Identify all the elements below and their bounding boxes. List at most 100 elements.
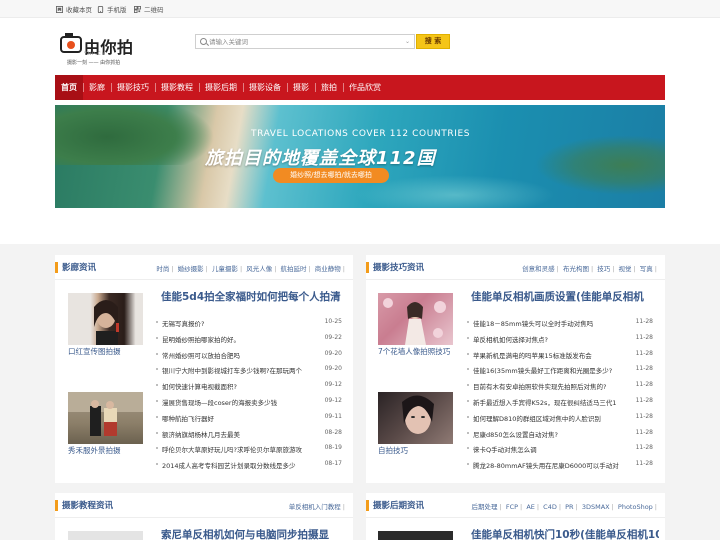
list-item[interactable]: 无锡写真报价? 10-25 xyxy=(156,315,342,331)
category-link[interactable]: 布光构图 xyxy=(561,265,591,273)
category-link[interactable]: 商业静物 xyxy=(313,265,343,273)
nav-item-equipment[interactable]: 摄影设备 xyxy=(243,75,287,100)
category-link[interactable]: 风光人像 xyxy=(244,265,274,273)
promo-banner[interactable]: TRAVEL LOCATIONS COVER 112 COUNTRIES 旅拍目… xyxy=(55,105,665,208)
category-link[interactable]: 技巧 xyxy=(595,265,612,273)
panel-tips-news: 摄影技巧资讯 创意和灵感 | 布光构图 | 技巧 | 视觉 | 写真 | 7个花墙人像拍照… xyxy=(366,255,665,483)
top-bar: 收藏本页 手机版 二维码 xyxy=(0,0,720,18)
list-item[interactable]: 单反相机如何选择对焦点? 11-28 xyxy=(467,331,653,347)
category-link[interactable]: FCP xyxy=(504,503,520,511)
panel-title: 摄影教程资讯 xyxy=(62,501,114,511)
category-link[interactable]: AE xyxy=(524,503,537,511)
category-link[interactable]: 视觉 xyxy=(617,265,634,273)
bookmark-icon xyxy=(56,5,63,13)
search-box: ⌄ xyxy=(195,34,415,49)
qrcode-label: 二维码 xyxy=(144,6,164,14)
nav-item-travel[interactable]: 旅拍 xyxy=(315,75,343,100)
list-item[interactable]: 银川宁大附中到影视城打车多少钱啊?在那玩两个 09-20 xyxy=(156,362,342,378)
mobile-label: 手机版 xyxy=(107,6,127,14)
category-link[interactable]: 创意和灵感 xyxy=(520,265,557,273)
news-list: 无锡写真报价? 10-25 昆明婚纱照拍哪家拍的好。 09-22 常州婚纱照可以放拍… xyxy=(156,315,342,473)
featured-headline[interactable]: 佳能单反相机快门10秒(佳能单反相机10秒 xyxy=(471,527,659,540)
qrcode-icon xyxy=(134,5,141,13)
nav-item-works[interactable]: 作品欣赏 xyxy=(343,75,387,100)
list-item[interactable]: 新手最近想入手宾得K52s，现在很纠结适马三代1 11-28 xyxy=(467,394,653,410)
nav-item-home[interactable]: 首页 xyxy=(55,75,83,100)
category-link[interactable]: 写真 xyxy=(638,265,655,273)
category-link[interactable]: 3DSMAX xyxy=(580,503,612,511)
search-icon xyxy=(200,38,207,45)
category-link[interactable]: 航拍延时 xyxy=(279,265,309,273)
camera-logo-icon xyxy=(60,33,82,53)
thumbnail-caption[interactable]: 秀禾服外景拍摄 xyxy=(68,445,121,456)
thumbnail-image[interactable] xyxy=(378,531,453,540)
panel-tutorial-news: 摄影教程资讯 单反相机入门教程 | 索尼单反相机如何与电脑同步拍摄显 xyxy=(55,493,353,540)
chevron-down-icon[interactable]: ⌄ xyxy=(405,38,410,45)
list-item[interactable]: 呼伦贝尔大草原好玩儿吗?求呼伦贝尔草原旅游攻 08-19 xyxy=(156,441,342,457)
banner-headline: 旅拍目的地覆盖全球112国 xyxy=(205,148,436,169)
list-item[interactable]: 如何理解D810的群组区域对焦中的人脸识别 11-28 xyxy=(467,410,653,426)
list-item[interactable]: 如何快速计算电视截面积? 09-12 xyxy=(156,378,342,394)
banner-pill-button[interactable]: 婚纱照/想去哪拍/就去哪拍 xyxy=(273,168,389,183)
category-link[interactable]: C4D xyxy=(541,503,559,511)
featured-headline[interactable]: 索尼单反相机如何与电脑同步拍摄显 xyxy=(161,527,349,540)
search-button[interactable]: 搜 索 xyxy=(416,34,450,49)
list-item[interactable]: 漫展货售现场—段coser的海报卖多少钱 09-12 xyxy=(156,394,342,410)
panel-category-links: 单反相机入门教程 | xyxy=(287,503,345,511)
list-item[interactable]: 腾龙28-80mmAF镜头用在尼康D6000可以手动对 11-28 xyxy=(467,457,653,473)
thumbnail-image[interactable] xyxy=(378,293,453,345)
category-link[interactable]: PR xyxy=(563,503,575,511)
nav-item-photography[interactable]: 摄影 xyxy=(287,75,315,100)
nav-item-gallery[interactable]: 影廊 xyxy=(83,75,111,100)
category-link[interactable]: 儿童摄影 xyxy=(210,265,240,273)
list-item[interactable]: 佳能16(35mm镜头最好工作距离和光圈是多少? 11-28 xyxy=(467,362,653,378)
panel-title: 摄影技巧资讯 xyxy=(373,263,425,273)
panel-header: 摄影教程资讯 单反相机入门教程 | xyxy=(55,493,353,518)
panel-header: 影廊资讯 时尚 | 婚纱摄影 | 儿童摄影 | 风光人像 | 航拍延时 | 商业静物 | xyxy=(55,255,353,280)
search-input[interactable] xyxy=(209,36,399,47)
panel-title: 影廊资讯 xyxy=(62,263,97,273)
thumbnail-image[interactable] xyxy=(68,531,143,540)
thumbnail-caption[interactable]: 口红宣传图拍摄 xyxy=(68,346,121,357)
nav-item-postprocess[interactable]: 摄影后期 xyxy=(199,75,243,100)
thumbnail-image[interactable] xyxy=(68,392,143,444)
thumbnail-image[interactable] xyxy=(378,392,453,444)
nav-item-tips[interactable]: 摄影技巧 xyxy=(111,75,155,100)
list-item[interactable]: 苹果新机是满电的吗苹果15标准版发布会 11-28 xyxy=(467,347,653,363)
thumbnail-caption[interactable]: 7个花墙人像拍照技巧 xyxy=(378,346,453,357)
category-link[interactable]: PhotoShop xyxy=(616,503,655,511)
panel-gallery-news: 影廊资讯 时尚 | 婚纱摄影 | 儿童摄影 | 风光人像 | 航拍延时 | 商业静物 | 口… xyxy=(55,255,353,483)
list-item[interactable]: 徕卡Q手动对焦怎么调 11-28 xyxy=(467,441,653,457)
banner-english-text: TRAVEL LOCATIONS COVER 112 COUNTRIES xyxy=(251,129,471,139)
list-item[interactable]: 尼康d850怎么设置自动对焦? 11-28 xyxy=(467,426,653,442)
qrcode-link[interactable]: 二维码 xyxy=(134,4,164,14)
site-logo[interactable]: 由你拍 YNP.CN 摄影一刻 —— 由你抓拍 xyxy=(60,33,140,67)
list-item[interactable]: 哪种航拍飞行器好 09-11 xyxy=(156,410,342,426)
featured-headline[interactable]: 佳能单反相机画质设置(佳能单反相机 xyxy=(471,289,659,304)
site-header: 由你拍 YNP.CN 摄影一刻 —— 由你抓拍 ⌄ 搜 索 首页 影廊 摄影技巧… xyxy=(0,18,720,244)
list-item[interactable]: 昆明婚纱照拍哪家拍的好。 09-22 xyxy=(156,331,342,347)
logo-slogan: 摄影一刻 —— 由你抓拍 xyxy=(67,60,121,66)
thumbnail-caption[interactable]: 自拍技巧 xyxy=(378,445,408,456)
category-link[interactable]: 后期处理 xyxy=(470,503,500,511)
list-item[interactable]: 目前有木有安卓拍照软件实现先拍照后对焦的? 11-28 xyxy=(467,378,653,394)
featured-headline[interactable]: 佳能5d4拍全家福时如何把每个人拍清 xyxy=(161,289,349,304)
panel-title: 摄影后期资讯 xyxy=(373,501,425,511)
category-link[interactable]: 单反相机入门教程 xyxy=(287,503,343,511)
list-item[interactable]: 额济纳旗胡杨林几月去最美 08-28 xyxy=(156,426,342,442)
mobile-icon xyxy=(97,5,104,13)
main-nav: 首页 影廊 摄影技巧 摄影教程 摄影后期 摄影设备 摄影 旅拍 作品欣赏 xyxy=(55,75,665,100)
news-list: 佳能18－85mm镜头可以全时手动对焦吗 11-28 单反相机如何选择对焦点? 11… xyxy=(467,315,653,473)
panel-header: 摄影技巧资讯 创意和灵感 | 布光构图 | 技巧 | 视觉 | 写真 | xyxy=(366,255,665,280)
nav-item-tutorials[interactable]: 摄影教程 xyxy=(155,75,199,100)
thumbnail-image[interactable] xyxy=(68,293,143,345)
category-link[interactable]: 时尚 xyxy=(154,265,171,273)
list-item[interactable]: 2014成人高考专科园艺计划录取分数线是多少 08-17 xyxy=(156,457,342,473)
panel-category-links: 时尚 | 婚纱摄影 | 儿童摄影 | 风光人像 | 航拍延时 | 商业静物 | xyxy=(154,265,345,273)
category-link[interactable]: 婚纱摄影 xyxy=(176,265,206,273)
logo-domain: YNP.CN xyxy=(84,52,107,57)
mobile-link[interactable]: 手机版 xyxy=(97,4,127,14)
list-item[interactable]: 常州婚纱照可以放拍合肥吗 09-20 xyxy=(156,347,342,363)
list-item[interactable]: 佳能18－85mm镜头可以全时手动对焦吗 11-28 xyxy=(467,315,653,331)
bookmark-link[interactable]: 收藏本页 xyxy=(56,4,92,14)
